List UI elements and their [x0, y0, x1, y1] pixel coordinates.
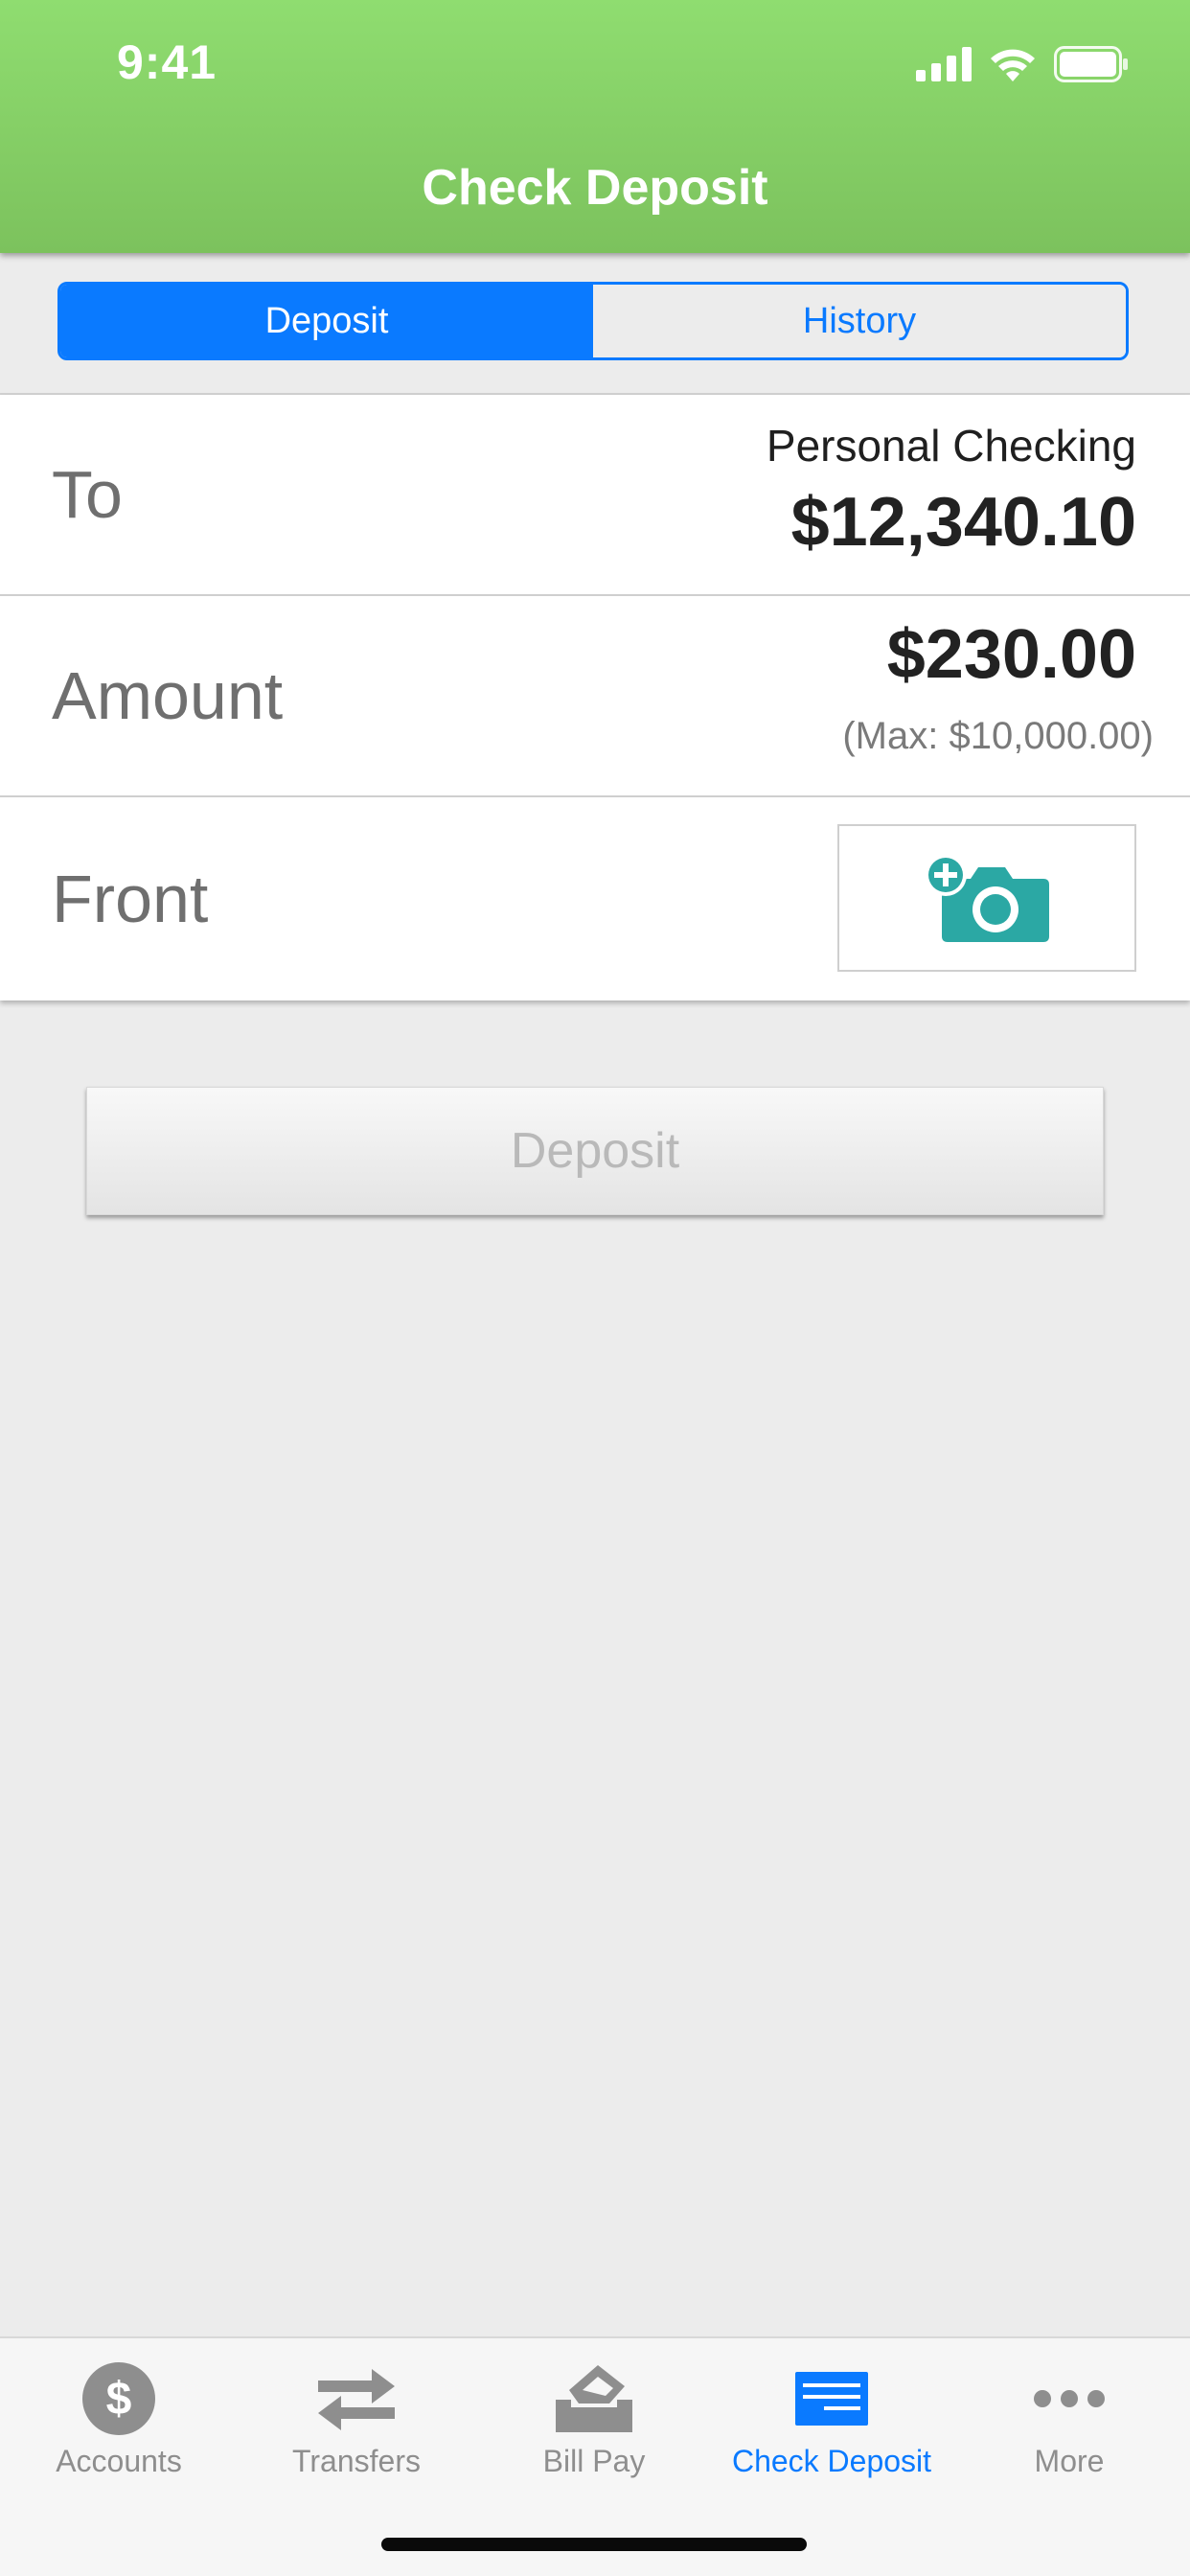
account-balance: $12,340.10	[790, 484, 1136, 561]
tabbar-label-accounts: Accounts	[56, 2444, 182, 2478]
amount-row[interactable]: Amount $230.00 (Max: $10,000.00)	[0, 596, 1190, 797]
front-label: Front	[52, 862, 209, 936]
cellular-signal-icon	[916, 47, 972, 81]
tabbar-item-more[interactable]: More	[950, 2338, 1188, 2511]
to-account-row[interactable]: To Personal Checking $12,340.10	[0, 395, 1190, 596]
add-camera-icon	[925, 854, 1049, 942]
amount-label: Amount	[52, 658, 284, 733]
svg-text:$: $	[106, 2374, 132, 2425]
status-icons	[916, 42, 1129, 86]
tabbar-item-accounts[interactable]: $ Accounts	[0, 2338, 238, 2511]
front-image-row: Front	[0, 797, 1190, 1000]
deposit-button[interactable]: Deposit	[86, 1087, 1104, 1215]
deposit-form: To Personal Checking $12,340.10 Amount $…	[0, 395, 1190, 1000]
battery-icon	[1054, 46, 1128, 82]
tabbar-item-transfers[interactable]: Transfers	[238, 2338, 475, 2511]
amount-max-note: (Max: $10,000.00)	[842, 715, 1154, 757]
amount-value[interactable]: $230.00	[887, 615, 1136, 694]
transfer-arrows-icon	[309, 2356, 404, 2442]
tab-history[interactable]: History	[593, 285, 1126, 357]
tabbar-item-bill-pay[interactable]: Bill Pay	[475, 2338, 713, 2511]
check-deposit-icon	[784, 2356, 880, 2442]
tab-deposit[interactable]: Deposit	[60, 285, 593, 357]
tabbar-label-more: More	[1034, 2444, 1105, 2478]
account-name: Personal Checking	[766, 421, 1136, 471]
wifi-icon	[991, 49, 1035, 81]
header: 9:41 Check Deposit	[0, 0, 1190, 253]
to-label: To	[52, 457, 123, 532]
more-dots-icon	[1021, 2356, 1117, 2442]
segmented-control: Deposit History	[57, 282, 1129, 360]
bill-pay-icon	[546, 2356, 642, 2442]
tabbar-label-transfers: Transfers	[292, 2444, 421, 2478]
capture-front-button[interactable]	[837, 824, 1136, 972]
dollar-circle-icon: $	[71, 2356, 167, 2442]
page-title: Check Deposit	[422, 160, 768, 216]
tabbar-item-check-deposit[interactable]: Check Deposit	[713, 2338, 950, 2511]
segment-bar: Deposit History	[0, 253, 1190, 395]
home-indicator[interactable]	[381, 2538, 807, 2551]
tabbar-label-bill-pay: Bill Pay	[542, 2444, 646, 2478]
status-time: 9:41	[117, 35, 217, 89]
tabbar-label-check-deposit: Check Deposit	[731, 2444, 932, 2478]
